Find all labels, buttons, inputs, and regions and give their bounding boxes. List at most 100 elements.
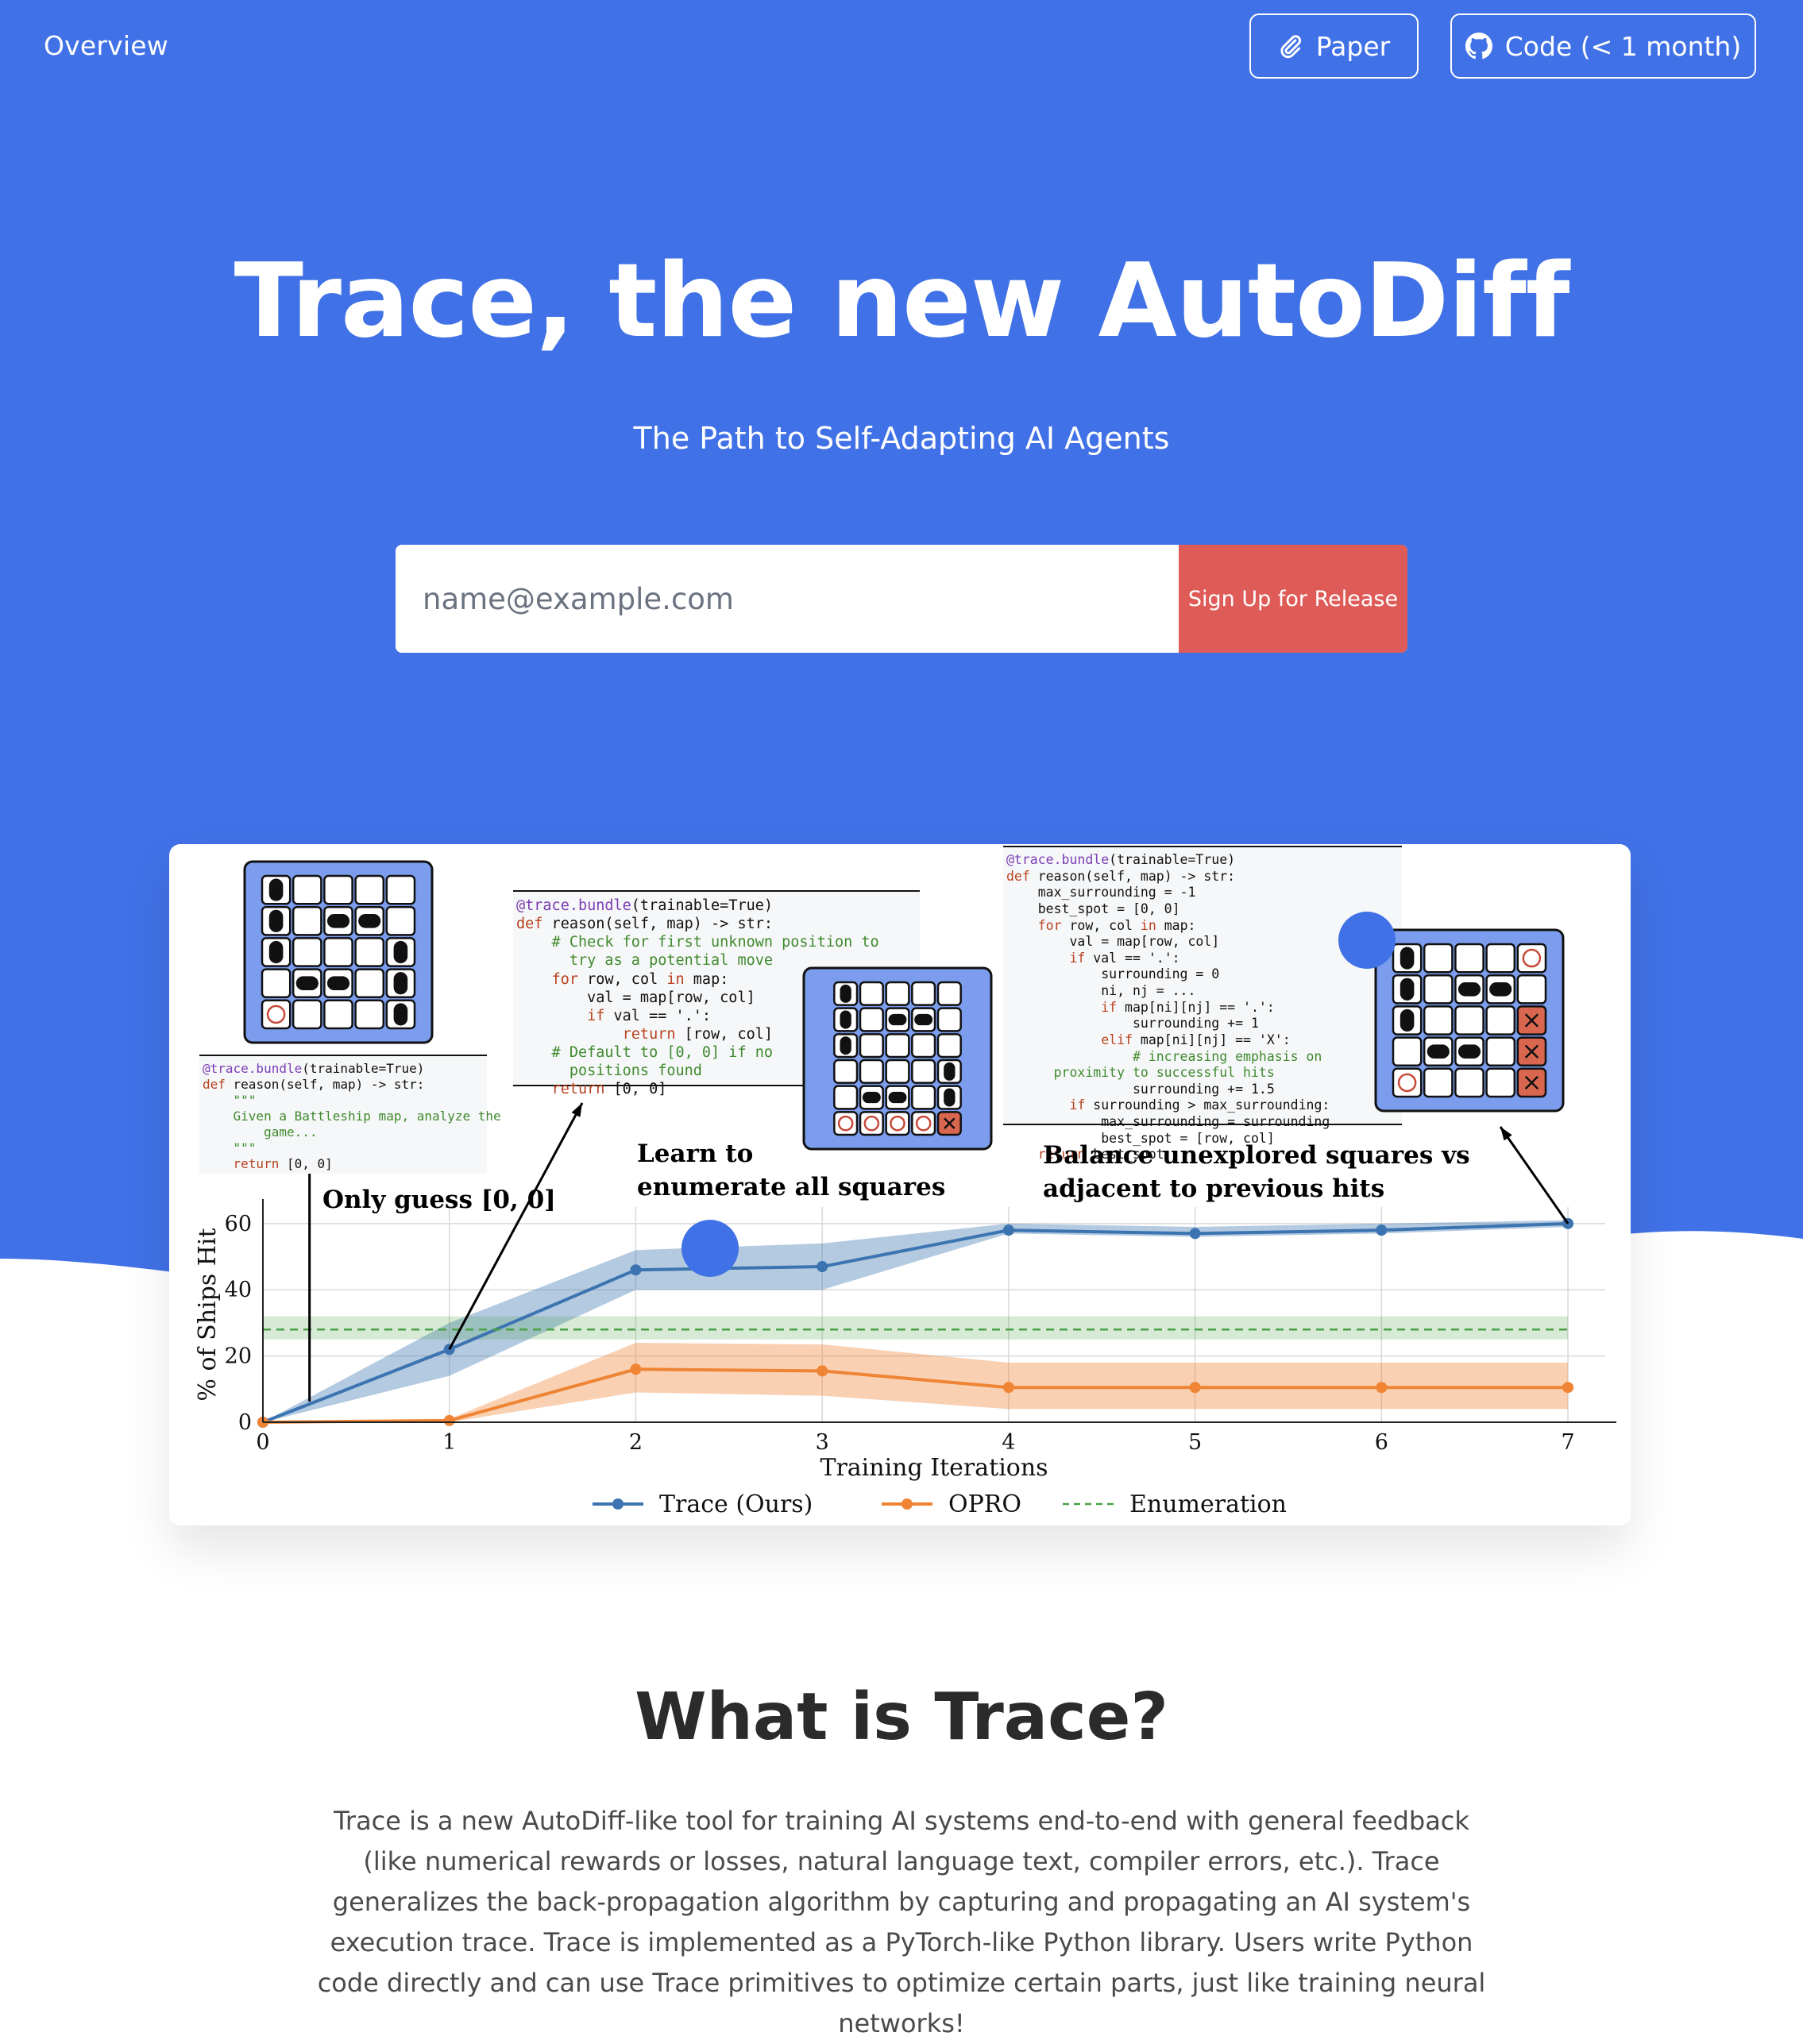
hero-title: Trace, the new AutoDiff (234, 242, 1570, 361)
board-cell (354, 937, 385, 967)
board-cell (936, 1033, 962, 1059)
legend-marker (612, 1498, 624, 1510)
board-cell (859, 1111, 884, 1136)
paperclip-icon (1280, 35, 1301, 59)
board-cell (323, 874, 353, 905)
code-button[interactable]: Code (< 1 month) (1450, 13, 1756, 79)
code-button-label: Code (< 1 month) (1504, 30, 1742, 62)
ship-segment-icon (840, 1010, 851, 1029)
paper-button[interactable]: Paper (1249, 13, 1419, 79)
board-cell (859, 1007, 884, 1032)
board-cell (291, 874, 322, 905)
series-band (263, 1316, 1569, 1340)
board-cell (291, 999, 322, 1030)
ship-segment-icon (944, 1088, 956, 1107)
annotation-balance-line1: Balance unexplored squares vs (1043, 1141, 1470, 1170)
board-cell (354, 999, 385, 1030)
ship-segment-icon (1400, 947, 1415, 970)
ship-segment-icon (326, 914, 350, 928)
board-cell (385, 874, 416, 905)
annotation-arrow (1499, 1126, 1569, 1224)
board-cell (885, 1059, 910, 1084)
ship-segment-icon (1457, 1044, 1481, 1059)
ship-segment-icon (888, 1013, 907, 1026)
decorative-dot (1338, 912, 1396, 969)
board-cell (1423, 1005, 1454, 1035)
x-tick-label: 4 (1002, 1430, 1015, 1455)
arrow-head-icon (571, 1103, 582, 1117)
board-cell (323, 937, 353, 967)
email-input[interactable] (396, 545, 1179, 653)
board-cell (1423, 1067, 1454, 1098)
x-tick-label: 1 (442, 1430, 456, 1455)
board-cell (1454, 943, 1484, 974)
ship-segment-icon (914, 1013, 933, 1026)
board-cell (859, 1033, 884, 1059)
ship-segment-icon (1400, 1009, 1415, 1032)
ship-segment-icon (295, 976, 319, 990)
code-snippet-initial: @trace.bundle(trainable=True) def reason… (199, 1055, 501, 1174)
y-tick-label: 0 (238, 1410, 252, 1435)
battleship-board-enumerate (802, 966, 993, 1151)
battleship-board-initial (243, 860, 434, 1044)
board-cell (1485, 1036, 1516, 1067)
annotation-learn-line1: Learn to (637, 1140, 754, 1168)
ship-segment-icon (268, 878, 284, 901)
data-point (1376, 1224, 1388, 1236)
board-cell (859, 1059, 884, 1084)
data-point (1002, 1224, 1014, 1236)
annotation-learn-line2: enumerate all squares (637, 1173, 946, 1201)
board-cell (911, 1111, 936, 1136)
x-tick-label: 3 (816, 1430, 829, 1455)
x-tick-label: 2 (629, 1430, 643, 1455)
ship-segment-icon (1427, 1044, 1450, 1059)
board-cell (1392, 1067, 1423, 1098)
board-cell (1485, 1067, 1516, 1098)
legend-label: Trace (Ours) (659, 1491, 813, 1518)
board-cell (833, 1085, 859, 1110)
board-cell (261, 968, 291, 999)
board-cell (859, 981, 884, 1006)
decorative-dot (681, 1220, 739, 1277)
data-point (1002, 1382, 1014, 1394)
board-cell (385, 905, 416, 936)
ship-segment-icon (1457, 982, 1481, 997)
signup-button[interactable]: Sign Up for Release (1179, 545, 1407, 653)
board-cell (1423, 943, 1454, 974)
ship-segment-icon (393, 940, 408, 964)
ship-segment-icon (1400, 978, 1415, 1001)
data-point (1189, 1382, 1201, 1394)
x-tick-label: 0 (256, 1430, 269, 1455)
board-cell (1392, 1036, 1423, 1067)
ship-segment-icon (944, 1062, 956, 1081)
ship-segment-icon (1489, 982, 1512, 997)
board-cell (833, 1111, 859, 1136)
code-snippet-balance: @trace.bundle(trainable=True) def reason… (1003, 846, 1402, 1162)
github-icon (1465, 33, 1492, 60)
annotation-balance-line2: adjacent to previous hits (1043, 1174, 1385, 1203)
ship-segment-icon (358, 914, 381, 928)
board-cell (936, 981, 962, 1006)
board-cell (1485, 943, 1516, 974)
x-tick-label: 7 (1561, 1430, 1574, 1455)
signup-form: Sign Up for Release (396, 545, 1407, 653)
board-cell (291, 905, 322, 936)
board-cell (911, 1059, 936, 1084)
board-cell (936, 1007, 962, 1032)
data-point (1376, 1382, 1388, 1394)
nav-overview-link[interactable]: Overview (44, 30, 168, 61)
arrow-head-icon (1500, 1127, 1512, 1141)
annotation-only-guess: Only guess [0, 0] (322, 1186, 556, 1214)
legend-marker (902, 1498, 913, 1510)
y-axis-label: % of Ships Hit (194, 1228, 222, 1401)
data-point (1562, 1382, 1574, 1394)
board-cell (833, 1059, 859, 1084)
board-cell (261, 999, 291, 1030)
ship-segment-icon (268, 909, 284, 932)
hero-subtitle: The Path to Self-Adapting AI Agents (633, 421, 1170, 456)
board-cell (911, 1085, 936, 1110)
board-cell (1454, 1067, 1484, 1098)
board-cell (1423, 974, 1454, 1005)
paper-button-label: Paper (1315, 30, 1391, 62)
board-cell (1485, 1005, 1516, 1035)
